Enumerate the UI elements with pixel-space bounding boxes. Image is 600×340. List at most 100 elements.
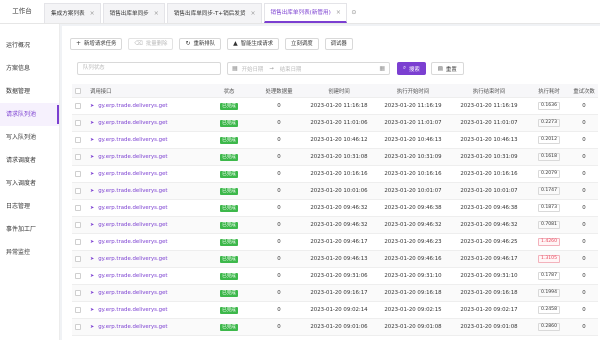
- duration-tag: 0.2012: [537, 136, 561, 144]
- api-link[interactable]: gy.erp.trade.deliverys.get: [98, 273, 167, 279]
- status-badge: 已完成: [220, 255, 238, 263]
- sidebar-item-exception-monitor[interactable]: 异常监控: [0, 241, 59, 264]
- table-row[interactable]: ➤ gy.erp.trade.deliverys.get 已完成 0 2023-01-2…: [72, 285, 598, 302]
- duration-tag: 0.2079: [537, 170, 561, 178]
- date-range-picker[interactable]: ▦ 开始日期 → 结束日期 ▦: [227, 62, 390, 75]
- tab-sales-outbound-sync-t[interactable]: 销售出库单同步-T+销后发货 ×: [166, 3, 262, 24]
- table-row[interactable]: ➤ gy.erp.trade.deliverys.get 已完成 0 2023-01-2…: [72, 319, 598, 336]
- smart-generate-button[interactable]: ▲ 智能生成请求: [227, 38, 280, 50]
- table-row[interactable]: ➤ gy.erp.trade.deliverys.get 已完成 0 2023-01-2…: [72, 166, 598, 183]
- sidebar-item-overview[interactable]: 运行概况: [0, 34, 59, 57]
- search-button[interactable]: ⌕ 搜索: [397, 62, 426, 75]
- cell-end: 2023-01-20 09:31:10: [460, 273, 518, 279]
- row-checkbox[interactable]: [75, 256, 81, 262]
- link-icon: ➤: [90, 205, 95, 211]
- row-checkbox[interactable]: [75, 171, 81, 177]
- api-link[interactable]: gy.erp.trade.deliverys.get: [98, 205, 167, 211]
- tab-sales-outbound-list[interactable]: 销售出库单列表(新管用) ×: [263, 3, 347, 23]
- api-link[interactable]: gy.erp.trade.deliverys.get: [98, 324, 167, 330]
- close-icon[interactable]: ×: [90, 4, 95, 24]
- debugger-button[interactable]: 调试器: [324, 38, 353, 50]
- row-checkbox[interactable]: [75, 239, 81, 245]
- table-row[interactable]: ➤ gy.erp.trade.deliverys.get 已完成 0 2023-01-2…: [72, 132, 598, 149]
- requeue-button[interactable]: ↻ 重新排队: [179, 38, 222, 50]
- sidebar-item-request-queue[interactable]: 请求队列池: [0, 103, 59, 126]
- toolbar: + 新增请求任务 ⌫ 批量删除 ↻ 重新排队 ▲ 智能生成请求 立刻调度 调试器: [70, 38, 359, 50]
- select-all-checkbox[interactable]: [75, 87, 81, 94]
- cell-end: 2023-01-20 09:02:17: [460, 307, 518, 313]
- row-checkbox[interactable]: [75, 120, 81, 126]
- cell-retry: 0: [582, 188, 586, 194]
- api-link[interactable]: gy.erp.trade.deliverys.get: [98, 222, 167, 228]
- cell-created: 2023-01-20 11:16:18: [310, 103, 368, 109]
- api-link[interactable]: gy.erp.trade.deliverys.get: [98, 307, 167, 313]
- api-link[interactable]: gy.erp.trade.deliverys.get: [98, 239, 167, 245]
- close-icon[interactable]: ×: [336, 3, 341, 23]
- cell-start: 2023-01-20 09:01:08: [384, 324, 442, 330]
- cell-end: 2023-01-20 10:46:13: [460, 137, 518, 143]
- row-checkbox[interactable]: [75, 222, 81, 228]
- end-date-input[interactable]: 结束日期: [280, 65, 380, 73]
- tab-label: 销售出库单同步-T+销后发货: [173, 10, 246, 17]
- cell-created: 2023-01-20 09:02:14: [310, 307, 368, 313]
- sidebar-item-logs[interactable]: 日志管理: [0, 195, 59, 218]
- close-icon[interactable]: ×: [250, 4, 255, 24]
- row-checkbox[interactable]: [75, 324, 81, 330]
- table-row[interactable]: ➤ gy.erp.trade.deliverys.get 已完成 0 2023-01-2…: [72, 251, 598, 268]
- cell-end: 2023-01-20 09:46:25: [460, 239, 518, 245]
- sidebar-item-event-factory[interactable]: 事件加工厂: [0, 218, 59, 241]
- table-row[interactable]: ➤ gy.erp.trade.deliverys.get 已完成 0 2023-01-2…: [72, 98, 598, 115]
- more-tabs-icon[interactable]: ⊙: [349, 3, 359, 23]
- api-link[interactable]: gy.erp.trade.deliverys.get: [98, 103, 167, 109]
- table-row[interactable]: ➤ gy.erp.trade.deliverys.get 已完成 0 2023-01-2…: [72, 234, 598, 251]
- request-queue-table: 调用接口 状态 处理数据量 创建时间 执行开始时间 执行结束时间 执行耗时 重试…: [72, 84, 598, 336]
- api-link[interactable]: gy.erp.trade.deliverys.get: [98, 154, 167, 160]
- sidebar-item-request-scheduler[interactable]: 请求调度者: [0, 149, 59, 172]
- table-row[interactable]: ➤ gy.erp.trade.deliverys.get 已完成 0 2023-01-2…: [72, 200, 598, 217]
- sidebar-item-plan-info[interactable]: 方案信息: [0, 57, 59, 80]
- table-row[interactable]: ➤ gy.erp.trade.deliverys.get 已完成 0 2023-01-2…: [72, 268, 598, 285]
- row-checkbox[interactable]: [75, 307, 81, 313]
- cell-qty: 0: [277, 239, 281, 245]
- api-link[interactable]: gy.erp.trade.deliverys.get: [98, 171, 167, 177]
- workbench-link[interactable]: 工作台: [0, 0, 44, 23]
- api-link[interactable]: gy.erp.trade.deliverys.get: [98, 256, 167, 262]
- duration-tag: 0.2273: [537, 119, 561, 127]
- tab-integration-list[interactable]: 集成方案列表 ×: [44, 3, 101, 23]
- tab-sales-outbound-sync[interactable]: 销售出库单同步 ×: [102, 3, 165, 24]
- cell-qty: 0: [277, 307, 281, 313]
- dispatch-now-button[interactable]: 立刻调度: [285, 38, 319, 50]
- add-request-task-button[interactable]: + 新增请求任务: [70, 38, 123, 50]
- row-checkbox[interactable]: [75, 103, 81, 109]
- api-link[interactable]: gy.erp.trade.deliverys.get: [98, 290, 167, 296]
- status-badge: 已完成: [220, 323, 238, 331]
- sidebar-item-data-management[interactable]: 数据管理: [0, 80, 59, 103]
- row-checkbox[interactable]: [75, 137, 81, 143]
- table-row[interactable]: ➤ gy.erp.trade.deliverys.get 已完成 0 2023-01-2…: [72, 217, 598, 234]
- table-row[interactable]: ➤ gy.erp.trade.deliverys.get 已完成 0 2023-01-2…: [72, 183, 598, 200]
- close-icon[interactable]: ×: [154, 4, 159, 24]
- row-checkbox[interactable]: [75, 188, 81, 194]
- reset-button[interactable]: ▤ 重置: [430, 62, 464, 75]
- sidebar-item-write-scheduler[interactable]: 写入调度者: [0, 172, 59, 195]
- api-link[interactable]: gy.erp.trade.deliverys.get: [98, 120, 167, 126]
- cell-end: 2023-01-20 10:31:09: [460, 154, 518, 160]
- cell-qty: 0: [277, 137, 281, 143]
- row-checkbox[interactable]: [75, 154, 81, 160]
- sidebar-item-write-queue[interactable]: 写入队列池: [0, 126, 59, 149]
- row-checkbox[interactable]: [75, 273, 81, 279]
- api-link[interactable]: gy.erp.trade.deliverys.get: [98, 137, 167, 143]
- queue-status-select[interactable]: 队列状态: [77, 62, 221, 75]
- api-link[interactable]: gy.erp.trade.deliverys.get: [98, 188, 167, 194]
- start-date-input[interactable]: 开始日期: [242, 65, 264, 73]
- link-icon: ➤: [90, 307, 95, 313]
- link-icon: ➤: [90, 290, 95, 296]
- table-row[interactable]: ➤ gy.erp.trade.deliverys.get 已完成 0 2023-01-2…: [72, 302, 598, 319]
- batch-delete-button[interactable]: ⌫ 批量删除: [128, 38, 174, 50]
- table-row[interactable]: ➤ gy.erp.trade.deliverys.get 已完成 0 2023-01-2…: [72, 149, 598, 166]
- col-duration: 执行耗时: [538, 88, 560, 95]
- row-checkbox[interactable]: [75, 205, 81, 211]
- range-separator: →: [269, 65, 274, 72]
- row-checkbox[interactable]: [75, 290, 81, 296]
- table-row[interactable]: ➤ gy.erp.trade.deliverys.get 已完成 0 2023-01-2…: [72, 115, 598, 132]
